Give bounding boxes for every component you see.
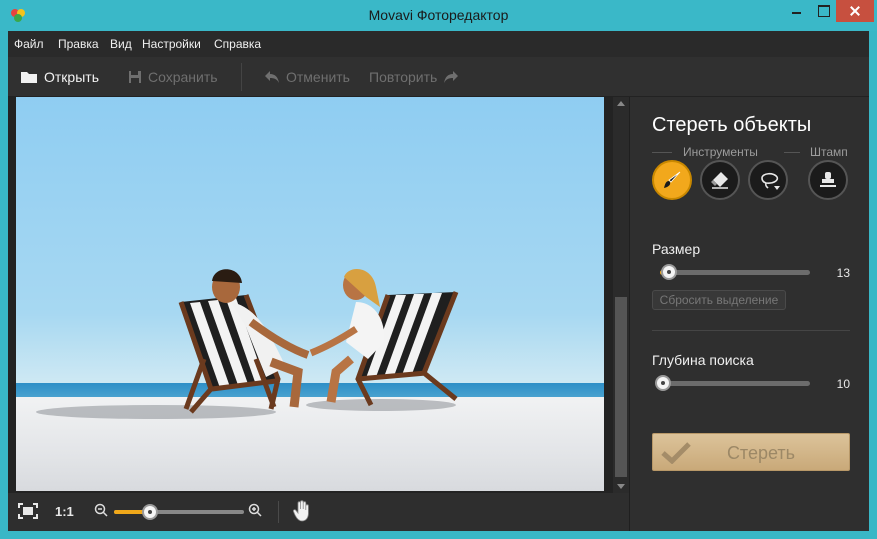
- actual-size-button[interactable]: 1:1: [55, 504, 74, 519]
- menu-view[interactable]: Вид: [110, 37, 132, 51]
- hand-pan-icon[interactable]: [292, 500, 312, 522]
- size-value: 13: [836, 266, 850, 280]
- redo-button[interactable]: Повторить: [369, 68, 459, 86]
- eraser-tool-button[interactable]: [700, 160, 740, 200]
- redo-arrow-icon: [444, 71, 459, 83]
- toolbar: Открыть Сохранить Отменить Повторить: [8, 57, 869, 97]
- menu-settings[interactable]: Настройки: [142, 37, 201, 51]
- save-button[interactable]: Сохранить: [128, 68, 218, 86]
- floppy-disk-icon: [129, 71, 141, 83]
- vertical-scrollbar[interactable]: [613, 97, 629, 493]
- minimize-button[interactable]: [783, 0, 810, 22]
- panel-title: Стереть объекты: [652, 114, 812, 136]
- close-button[interactable]: [836, 0, 874, 22]
- fit-to-screen-icon[interactable]: [18, 503, 38, 519]
- brush-icon: [664, 171, 681, 188]
- folder-icon: [21, 72, 37, 83]
- zoom-slider-handle[interactable]: [142, 504, 159, 520]
- open-label: Открыть: [44, 69, 99, 85]
- stamp-icon: [820, 172, 836, 187]
- menu-help[interactable]: Справка: [214, 37, 261, 51]
- zoom-slider[interactable]: [114, 504, 244, 520]
- tools-label: Инструменты: [683, 145, 758, 159]
- zoom-in-icon[interactable]: [248, 503, 262, 517]
- scroll-down-arrow-icon[interactable]: [617, 484, 625, 489]
- scroll-up-arrow-icon[interactable]: [617, 101, 625, 106]
- eraser-icon: [711, 172, 728, 189]
- undo-label: Отменить: [286, 69, 350, 85]
- undo-arrow-icon: [265, 71, 279, 83]
- stamp-label: Штамп: [810, 145, 848, 159]
- menu-edit[interactable]: Правка: [58, 37, 99, 51]
- panel-divider: [652, 330, 850, 331]
- stamp-tool-button[interactable]: [808, 160, 848, 200]
- menu-bar: Файл Правка Вид Настройки Справка: [8, 31, 869, 57]
- search-depth-slider[interactable]: [655, 375, 810, 391]
- size-label: Размер: [652, 241, 701, 257]
- brush-tool-button[interactable]: [652, 160, 692, 200]
- title-bar[interactable]: Movavi Фоторедактор: [0, 0, 877, 31]
- app-window: Movavi Фоторедактор Файл Правка Вид Наст…: [0, 0, 877, 539]
- image-canvas[interactable]: [8, 97, 629, 493]
- menu-file[interactable]: Файл: [14, 37, 44, 51]
- size-slider[interactable]: [660, 264, 810, 280]
- tools-label-line-right: [784, 152, 800, 153]
- lasso-tool-button[interactable]: [748, 160, 788, 200]
- save-label: Сохранить: [148, 69, 218, 85]
- lasso-icon: [761, 172, 780, 190]
- woman-figure: [309, 268, 385, 403]
- beach-photo[interactable]: [16, 97, 604, 491]
- zoom-bar: 1:1: [8, 493, 629, 531]
- erase-button[interactable]: Стереть: [652, 433, 850, 471]
- redo-label: Повторить: [369, 69, 438, 85]
- zoom-bar-separator: [278, 501, 279, 523]
- photo-figures: [178, 268, 459, 414]
- search-depth-slider-handle[interactable]: [655, 375, 671, 391]
- zoom-out-icon[interactable]: [94, 503, 108, 517]
- search-depth-value: 10: [836, 377, 850, 391]
- window-title: Movavi Фоторедактор: [368, 7, 509, 23]
- erase-objects-panel: Стереть объекты Инструменты Штамп Размер…: [629, 97, 869, 531]
- undo-button[interactable]: Отменить: [264, 68, 350, 86]
- toolbar-separator: [241, 63, 242, 91]
- search-depth-label: Глубина поиска: [652, 352, 754, 368]
- app-body: Файл Правка Вид Настройки Справка Открыт…: [8, 31, 869, 531]
- size-slider-handle[interactable]: [661, 264, 677, 280]
- reset-selection-button[interactable]: Сбросить выделение: [652, 290, 786, 310]
- scrollbar-thumb[interactable]: [615, 297, 627, 477]
- maximize-button[interactable]: [810, 0, 836, 22]
- tools-label-line: [652, 152, 672, 153]
- erase-label: Стереть: [726, 443, 796, 463]
- open-button[interactable]: Открыть: [20, 68, 99, 86]
